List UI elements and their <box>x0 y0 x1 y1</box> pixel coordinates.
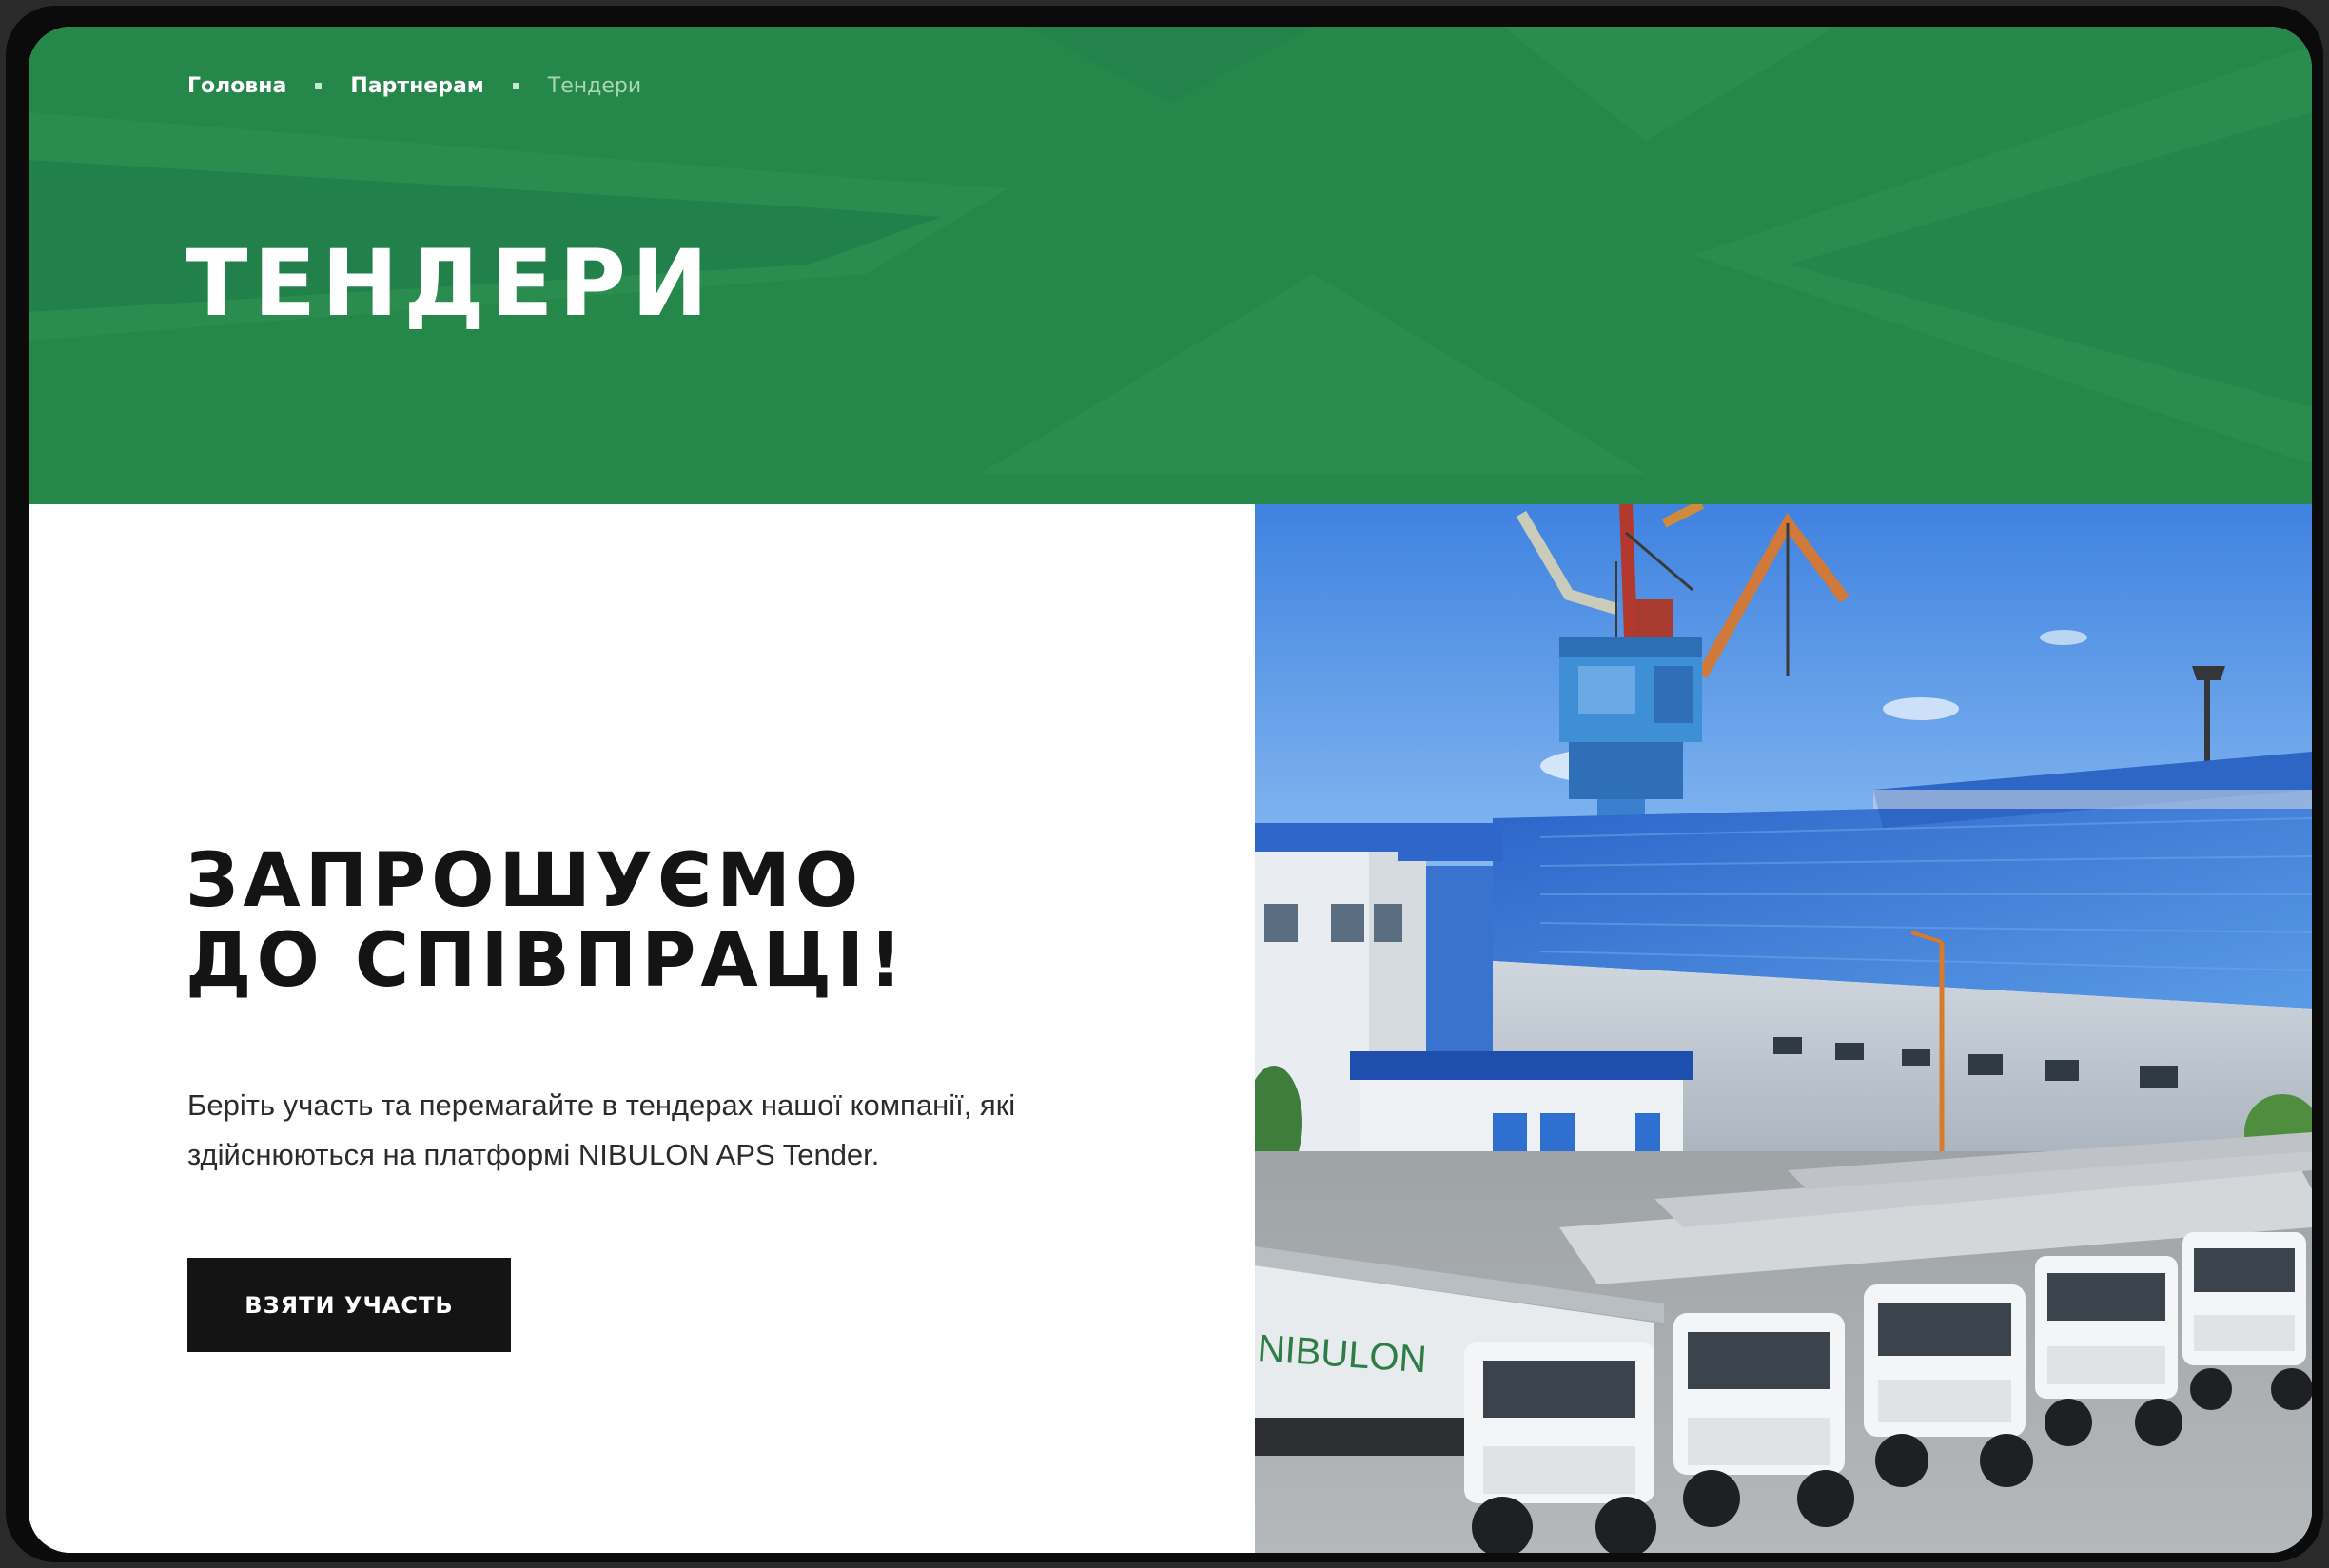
photo-illustration: NIBULON <box>1255 504 2312 1553</box>
invitation-heading-line2: ДО СПІВПРАЦІ! <box>186 918 908 1004</box>
breadcrumb-separator <box>315 83 323 89</box>
hero-banner: Головна Партнерам Тендери ТЕНДЕРИ <box>29 27 2312 504</box>
breadcrumb-separator <box>512 83 519 89</box>
page-viewport: Головна Партнерам Тендери ТЕНДЕРИ ЗАПРОШ… <box>29 27 2312 1553</box>
terminal-trucks-photo: NIBULON <box>1255 504 2312 1553</box>
invitation-heading-line1: ЗАПРОШУЄМО <box>186 838 864 924</box>
invitation-section: ЗАПРОШУЄМО ДО СПІВПРАЦІ! Беріть участь т… <box>29 504 1255 1553</box>
breadcrumb: Головна Партнерам Тендери <box>187 74 641 98</box>
invitation-heading: ЗАПРОШУЄМО ДО СПІВПРАЦІ! <box>186 841 908 1001</box>
invitation-description: Беріть участь та перемагайте в тендерах … <box>187 1088 1016 1171</box>
page-title: ТЕНДЕРИ <box>186 230 714 337</box>
participate-button[interactable]: ВЗЯТИ УЧАСТЬ <box>187 1258 511 1352</box>
breadcrumb-home-link[interactable]: Головна <box>187 74 286 98</box>
breadcrumb-current-page: Тендери <box>547 74 642 98</box>
device-frame: Головна Партнерам Тендери ТЕНДЕРИ ЗАПРОШ… <box>6 6 2323 1562</box>
breadcrumb-partners-link[interactable]: Партнерам <box>350 74 483 98</box>
